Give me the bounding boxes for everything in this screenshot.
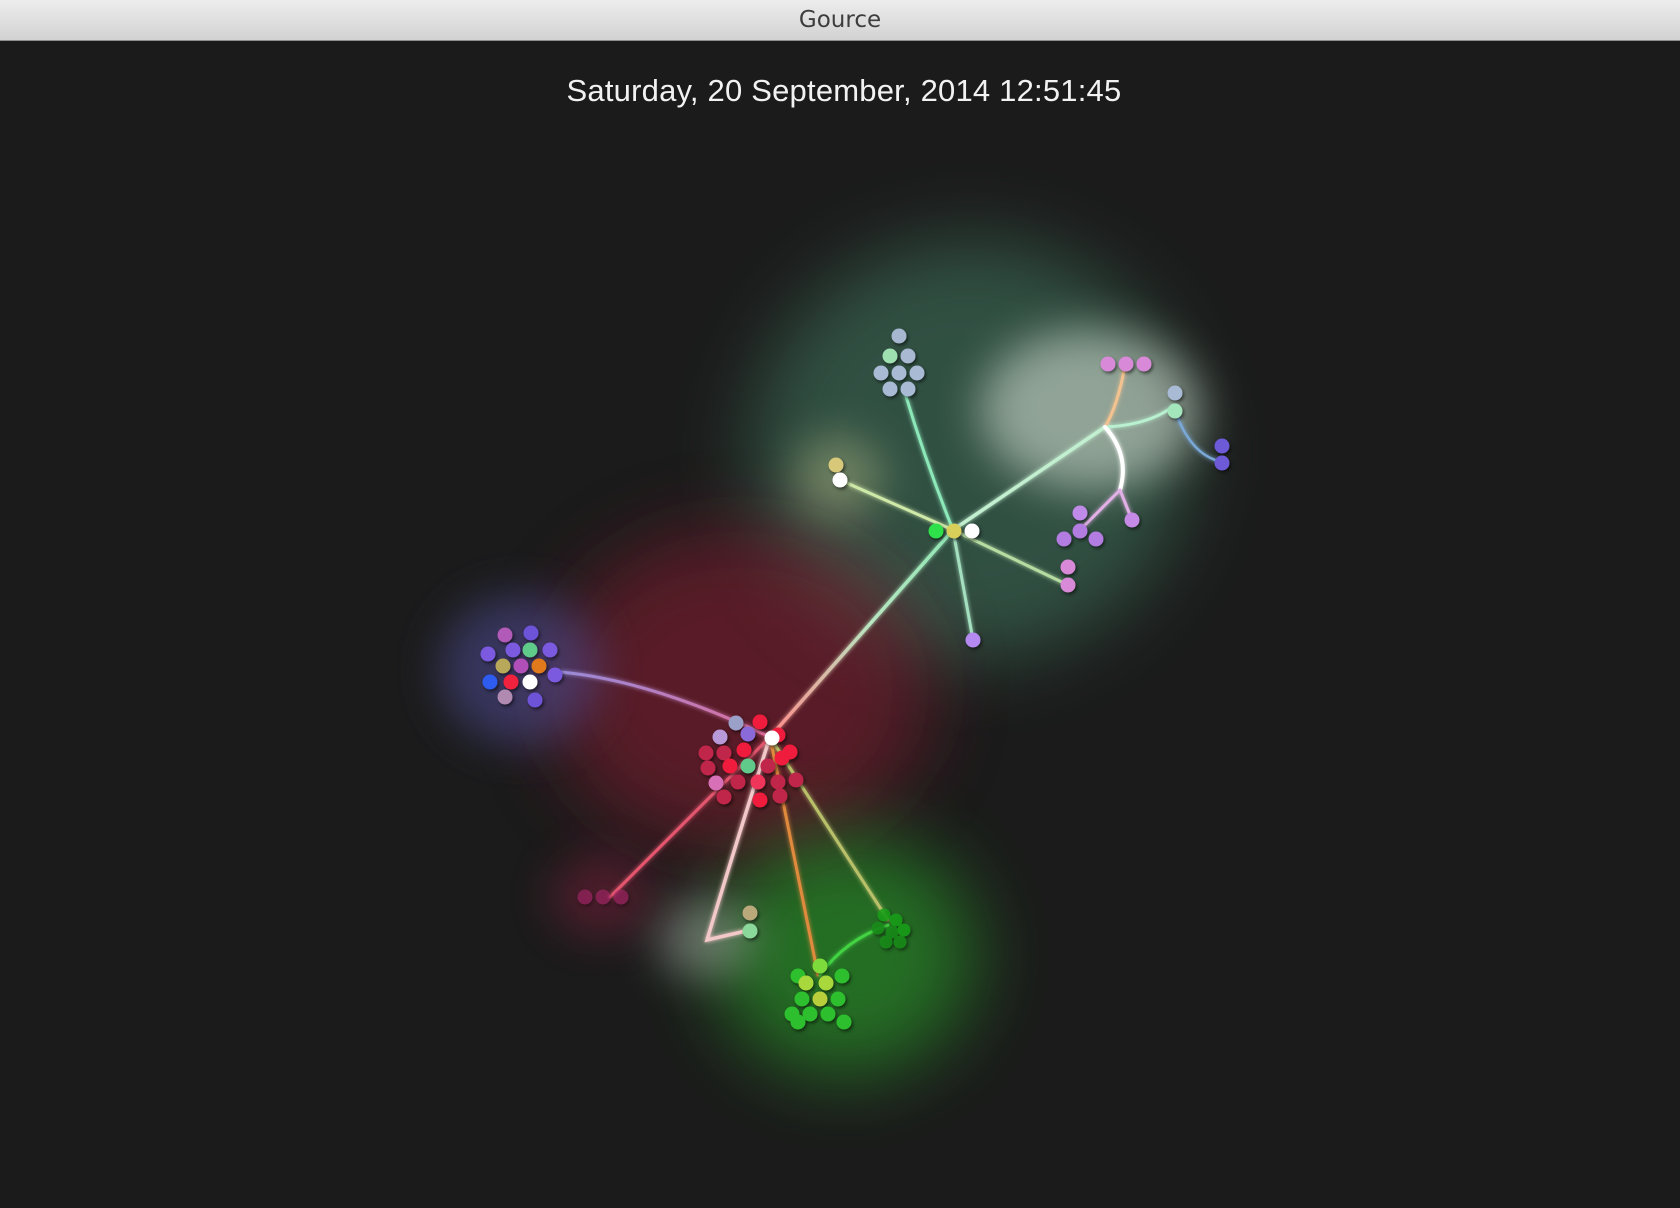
date-display: Saturday, 20 September, 2014 12:51:45 bbox=[566, 73, 1122, 108]
app-window: Gource Saturday, 20 September, 2014 12:5… bbox=[0, 0, 1680, 1208]
repository-tree-graph[interactable] bbox=[0, 0, 1680, 1208]
cluster-pink-trio[interactable] bbox=[1100, 356, 1152, 372]
cluster-lilac-single[interactable] bbox=[965, 632, 981, 648]
cluster-blue-pair[interactable] bbox=[1214, 438, 1230, 471]
ambient-glow-layer bbox=[440, 240, 1200, 1075]
cluster-magenta-trio[interactable] bbox=[577, 889, 629, 905]
cluster-center-hub[interactable] bbox=[928, 523, 980, 539]
